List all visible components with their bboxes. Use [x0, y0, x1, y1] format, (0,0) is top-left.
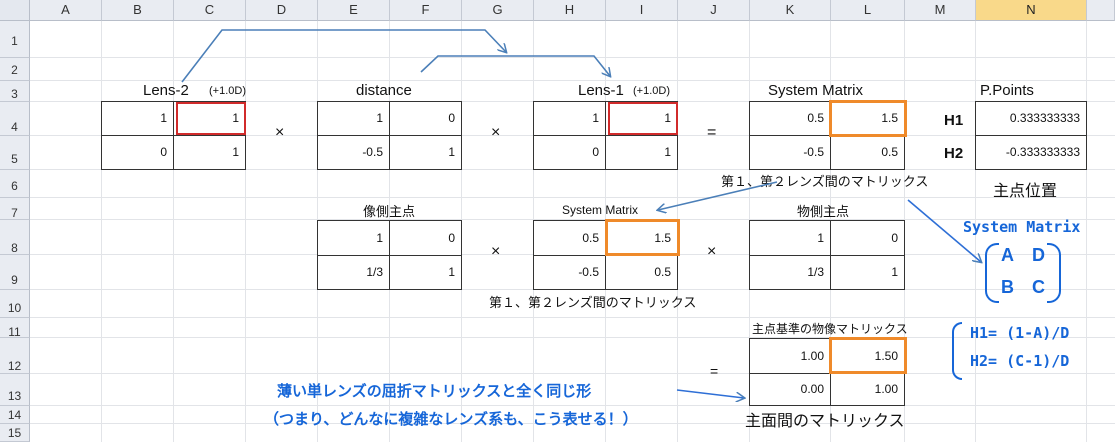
arrow-overlay: [181, 29, 1115, 442]
arrow-distance-to-lens1: [420, 55, 610, 76]
arrow-note-to-matrix: [676, 389, 744, 398]
arrow-system-to-mid: [658, 181, 778, 210]
arrow-to-abcd: [907, 199, 981, 262]
spreadsheet[interactable]: A B C D E F G H I J K L M N 1 2 3 4 5 6 …: [0, 0, 1115, 442]
